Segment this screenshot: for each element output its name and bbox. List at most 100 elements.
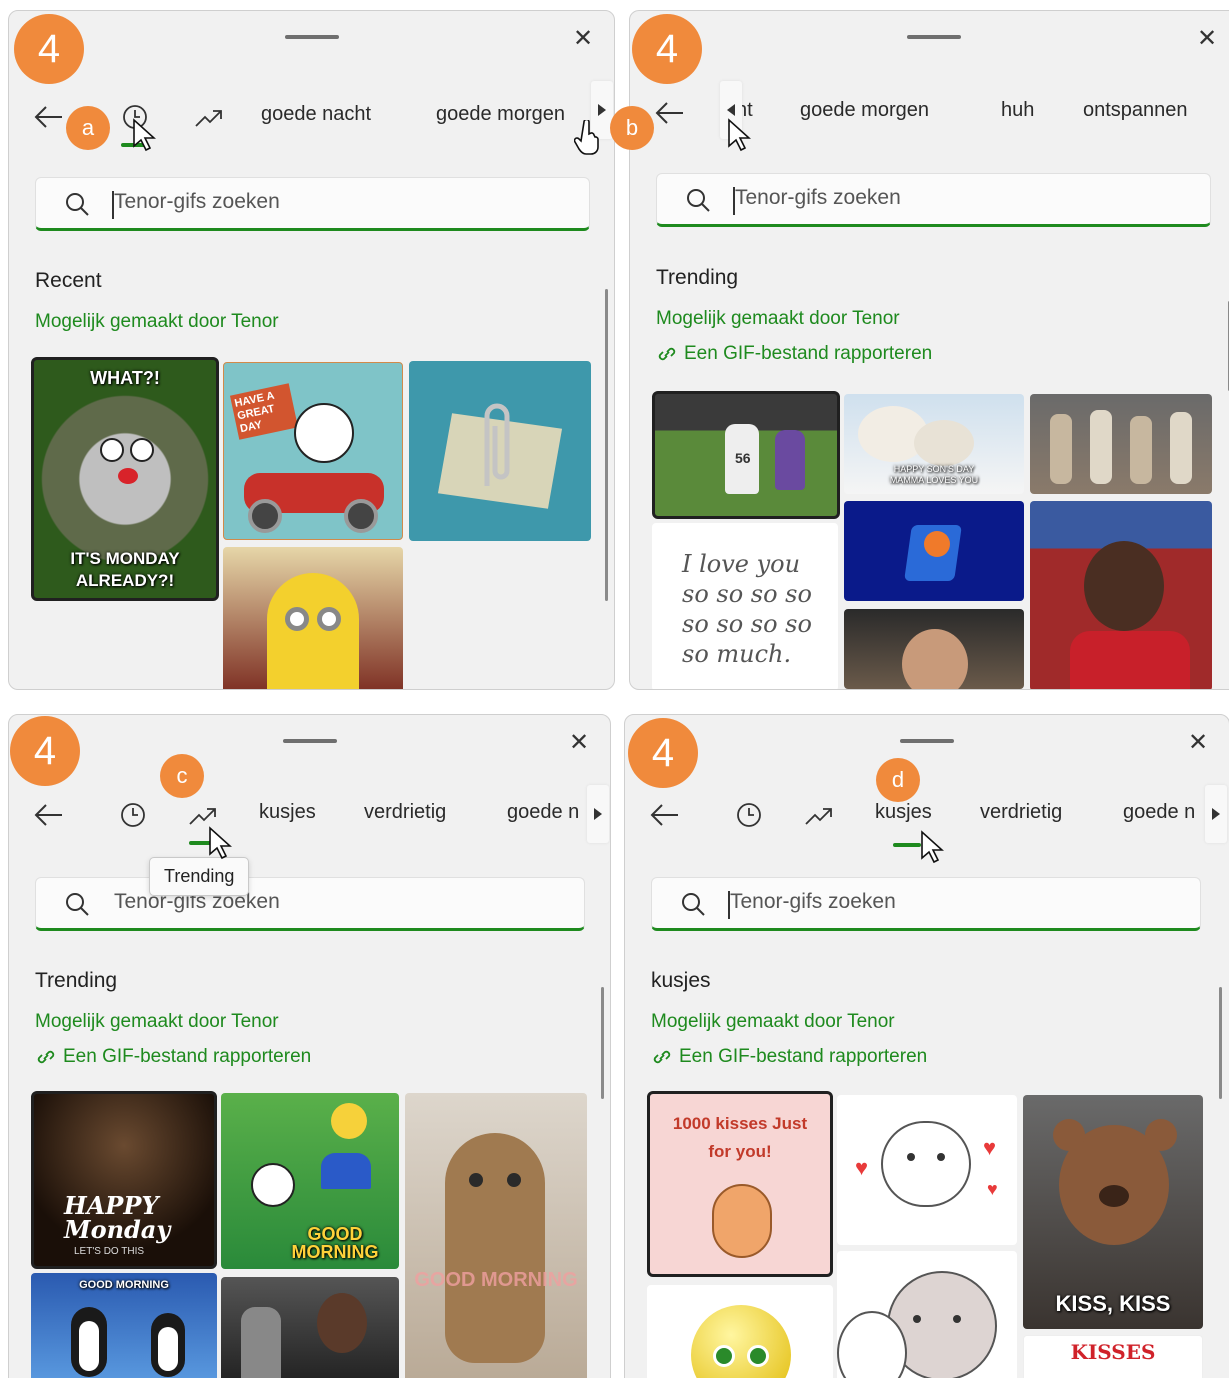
gif-item[interactable]: KISSES [1023,1335,1203,1378]
trending-icon[interactable] [799,795,839,835]
tenor-attribution-link[interactable]: Mogelijk gemaakt door Tenor [35,311,279,333]
report-gif-label: Een GIF-bestand rapporteren [679,1046,928,1067]
gif-caption: 1000 kisses Just for you! [672,1114,808,1161]
report-gif-link[interactable]: Een GIF-bestand rapporteren [35,1046,311,1068]
gif-item[interactable]: HAVE A GREAT DAY [223,362,403,540]
gif-paperclip [484,403,510,486]
vertical-scrollbar[interactable] [1219,987,1222,1099]
gif-subcaption: LET'S DO THIS [74,1246,145,1257]
tab-strip: kusjes verdrietig goede n [249,795,589,835]
recent-clock-icon[interactable] [729,795,769,835]
close-button[interactable]: ✕ [564,727,594,757]
mouse-cursor-icon [921,830,944,864]
tenor-attribution-link[interactable]: Mogelijk gemaakt door Tenor [35,1011,279,1033]
tab-goede-morgen[interactable]: goede morgen [800,99,929,122]
close-button[interactable]: ✕ [568,23,598,53]
gif-item[interactable] [409,361,591,541]
heart-icon: ♥ [987,1179,998,1199]
tab-strip: kusjes verdrietig goede n [865,795,1205,835]
search-box [35,177,590,231]
tab-ontspannen[interactable]: ontspannen [1083,99,1188,122]
gif-item[interactable] [837,1251,1017,1378]
gif-item[interactable] [223,547,403,689]
heart-icon: ♥ [855,1155,869,1180]
gif-item[interactable]: WHAT?! IT'S MONDAY ALREADY?! [31,357,219,601]
scroll-right-button[interactable] [587,785,609,843]
tab-goede-nacht-partial[interactable]: goede n [507,801,579,824]
section-title: Trending [656,266,739,289]
drag-handle[interactable] [900,739,954,743]
back-arrow-icon[interactable] [645,795,685,835]
gif-item[interactable]: 1000 kisses Just for you! [647,1091,833,1277]
back-arrow-icon[interactable] [650,93,690,133]
vertical-scrollbar[interactable] [605,289,608,601]
gif-item[interactable]: GOOD MORNING [31,1273,217,1378]
gif-caption: HAPPY Monday [64,1191,171,1244]
tab-verdrietig[interactable]: verdrietig [980,801,1062,824]
tab-goede-nacht-partial[interactable]: goede n [1123,801,1195,824]
tenor-attribution-link[interactable]: Mogelijk gemaakt door Tenor [656,308,900,330]
search-icon [687,189,710,212]
report-gif-link[interactable]: Een GIF-bestand rapporteren [651,1046,927,1068]
search-input[interactable] [730,890,1110,914]
vertical-scrollbar[interactable] [601,987,604,1099]
back-arrow-icon[interactable] [29,97,69,137]
gif-item[interactable] [1030,501,1212,689]
section-title: Recent [35,269,102,292]
gif-item[interactable]: HAPPY SON'S DAY MAMMA LOVES YOU [844,394,1024,494]
gif-item[interactable] [844,609,1024,689]
gif-item[interactable]: I love you so so so so so so so so so mu… [652,523,838,689]
search-icon [682,893,705,916]
section-title: Trending [35,969,118,992]
gif-item[interactable]: KISS, KISS [1023,1095,1203,1329]
gif-hamster [712,1184,772,1258]
gif-item[interactable]: GOOD MORNING [221,1093,399,1269]
tab-goede-morgen[interactable]: goede morgen [436,103,565,126]
marker-a: a [66,106,110,150]
tab-kusjes[interactable]: kusjes [875,801,932,824]
search-input[interactable] [114,190,494,214]
gif-snoopy [294,403,354,463]
tab-kusjes[interactable]: kusjes [259,801,316,824]
gif-item[interactable] [221,1277,399,1378]
heart-icon: ♥ [983,1135,997,1160]
back-arrow-icon[interactable] [29,795,69,835]
tab-huh[interactable]: huh [1001,99,1034,122]
tab-verdrietig[interactable]: verdrietig [364,801,446,824]
gif-item[interactable]: ♥ ♥ ♥ [837,1095,1017,1245]
gif-emoji-face [691,1305,791,1378]
gif-item[interactable] [1030,394,1212,494]
recent-clock-icon[interactable] [113,795,153,835]
drag-handle[interactable] [907,35,961,39]
gif-caption: 56 [735,450,751,466]
marker-b: b [610,106,654,150]
gif-item[interactable] [844,501,1024,601]
close-button[interactable]: ✕ [1183,727,1213,757]
tenor-attribution-link[interactable]: Mogelijk gemaakt door Tenor [651,1011,895,1033]
drag-handle[interactable] [282,739,337,743]
search-input[interactable] [735,186,1115,210]
mouse-cursor-icon [728,118,751,152]
drag-handle[interactable] [284,35,339,39]
tab-strip: nt goede morgen huh ontspannen [726,93,1229,133]
gif-caption: GOOD MORNING [79,1279,169,1291]
gif-item[interactable]: 56 [652,391,840,519]
gif-caption: HAPPY SON'S DAY MAMMA LOVES YOU [889,464,979,485]
gif-caption: GOOD MORNING [291,1224,379,1262]
tab-goede-nacht[interactable]: goede nacht [261,103,371,126]
close-button[interactable]: ✕ [1192,23,1222,53]
gif-minion [267,573,359,689]
trending-icon[interactable] [189,97,229,137]
gif-item[interactable]: GOOD MORNING [405,1093,587,1378]
mouse-cursor-icon [209,826,232,860]
gif-item[interactable]: HAPPY Monday LET'S DO THIS [31,1091,217,1269]
gif-snoopy [251,1163,295,1207]
category-tabs: kusjes verdrietig goede n [625,795,1229,835]
marker-d: d [876,758,920,802]
section-title: kusjes [651,969,711,992]
scroll-right-button[interactable] [1205,785,1227,843]
mouse-cursor-icon [133,118,156,152]
gif-item[interactable] [647,1285,833,1378]
report-gif-link[interactable]: Een GIF-bestand rapporteren [656,343,932,365]
gif-caption: IT'S MONDAY ALREADY?! [70,549,180,590]
